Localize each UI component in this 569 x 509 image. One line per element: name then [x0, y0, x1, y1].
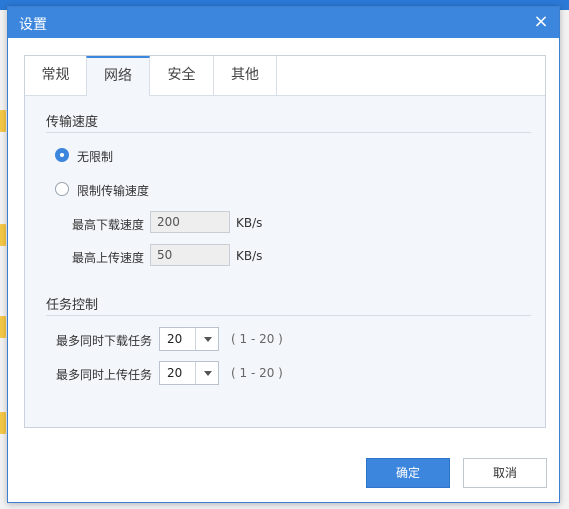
- radio-limit-speed[interactable]: [55, 182, 69, 196]
- dialog-title: 设置: [19, 17, 47, 33]
- background-folder-icon: [0, 110, 6, 132]
- dialog-titlebar: 设置 ×: [8, 7, 559, 38]
- background-app-right-edge: [560, 10, 569, 509]
- task-section-divider: [46, 315, 531, 316]
- max-download-tasks-value: 20: [167, 332, 183, 346]
- background-app-left-edge: [0, 10, 7, 509]
- max-download-speed-input[interactable]: [150, 211, 230, 233]
- ok-button[interactable]: 确定: [366, 458, 450, 488]
- speed-section-title: 传输速度: [46, 115, 99, 130]
- speed-section-divider: [46, 132, 531, 133]
- max-download-tasks-label: 最多同时下载任务: [56, 334, 153, 348]
- task-section-title: 任务控制: [46, 298, 99, 313]
- tab-other[interactable]: 其他: [214, 56, 277, 95]
- chevron-down-icon: [204, 371, 212, 376]
- max-download-tasks-select[interactable]: 20: [159, 327, 219, 351]
- settings-dialog: 设置 × 常规 网络 安全 其他 传输速度 无限制 限制传输速度 最高下载速度 …: [7, 6, 560, 503]
- upload-speed-unit: KB/s: [236, 249, 263, 263]
- close-icon[interactable]: ×: [531, 11, 551, 33]
- tab-network[interactable]: 网络: [86, 56, 150, 96]
- upload-tasks-range: ( 1 - 20 ): [231, 366, 283, 380]
- max-upload-tasks-value: 20: [167, 366, 183, 380]
- max-upload-speed-label: 最高上传速度: [72, 251, 145, 265]
- background-folder-icon: [0, 224, 6, 246]
- cancel-button[interactable]: 取消: [463, 458, 547, 488]
- tab-security[interactable]: 安全: [150, 56, 214, 95]
- tab-general[interactable]: 常规: [25, 56, 87, 95]
- max-upload-tasks-label: 最多同时上传任务: [56, 368, 153, 382]
- background-folder-icon: [0, 316, 6, 338]
- max-upload-tasks-select[interactable]: 20: [159, 361, 219, 385]
- max-upload-speed-input[interactable]: [150, 244, 230, 266]
- max-download-speed-label: 最高下载速度: [72, 218, 145, 232]
- chevron-down-icon: [204, 337, 212, 342]
- download-tasks-range: ( 1 - 20 ): [231, 332, 283, 346]
- radio-unlimited[interactable]: [55, 148, 69, 162]
- settings-tabs: 常规 网络 安全 其他: [25, 56, 545, 96]
- radio-unlimited-label[interactable]: 无限制: [77, 148, 113, 165]
- background-folder-icon: [0, 412, 6, 434]
- settings-tab-panel: 常规 网络 安全 其他 传输速度 无限制 限制传输速度 最高下载速度 KB/s …: [24, 55, 546, 428]
- download-speed-unit: KB/s: [236, 216, 263, 230]
- radio-limit-speed-label[interactable]: 限制传输速度: [77, 182, 149, 199]
